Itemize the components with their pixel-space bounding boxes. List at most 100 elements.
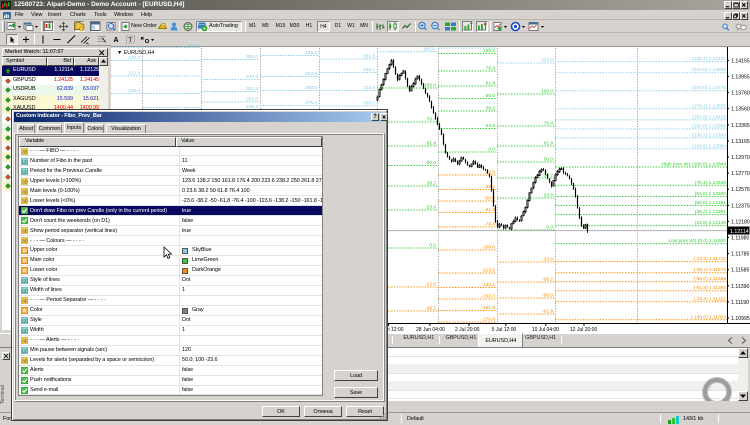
svg-text:-50.0: -50.0 <box>542 293 553 299</box>
svg-text:1.12970: 1.12970 <box>731 155 750 161</box>
svg-text:(76.4) 1.12635: (76.4) 1.12635 <box>695 180 727 186</box>
svg-text:1.11390: 1.11390 <box>731 284 749 290</box>
svg-text:1.10995: 1.10995 <box>731 316 750 322</box>
svg-text:338.2: 338.2 <box>305 50 317 56</box>
svg-text:1.11190: 1.11190 <box>731 300 749 306</box>
svg-text:50.0: 50.0 <box>427 160 437 166</box>
svg-text:(-61.8) 1.11356: (-61.8) 1.11356 <box>694 285 727 291</box>
svg-text:123: 123 <box>22 328 29 333</box>
svg-text:1.13760: 1.13760 <box>731 91 750 97</box>
svg-text:-38.2: -38.2 <box>425 306 436 312</box>
svg-text:200.0: 200.0 <box>128 88 140 94</box>
svg-text:300.0: 300.0 <box>363 101 375 107</box>
svg-text:T: T <box>128 37 132 44</box>
svg-text:1.11980: 1.11980 <box>731 236 749 242</box>
svg-text:1.13560: 1.13560 <box>731 107 750 113</box>
svg-text:300.0: 300.0 <box>246 54 258 60</box>
svg-text:123: 123 <box>22 159 29 164</box>
svg-text:1.11585: 1.11585 <box>731 268 749 274</box>
svg-text:(50.0) 1.12391: (50.0) 1.12391 <box>695 200 727 206</box>
svg-text:223.6: 223.6 <box>128 71 140 77</box>
svg-text:350.0: 350.0 <box>423 46 435 52</box>
svg-text:61.8: 61.8 <box>544 141 554 147</box>
svg-text:-176.4: -176.4 <box>481 317 495 323</box>
svg-text:High prev W1 (100.0) 1.12844: High prev W1 (100.0) 1.12844 <box>662 162 727 168</box>
svg-text:-23.6: -23.6 <box>425 282 436 288</box>
svg-text:(176.4) 1.13555: (176.4) 1.13555 <box>692 103 726 109</box>
svg-text:123: 123 <box>22 319 29 324</box>
svg-text:(138.2) 1.13200: (138.2) 1.13200 <box>692 132 726 138</box>
svg-text:-150.0: -150.0 <box>481 294 495 300</box>
svg-text:76.4: 76.4 <box>427 117 437 123</box>
svg-text:(38.2) 1.12291: (38.2) 1.12291 <box>695 209 727 215</box>
svg-text:(238.2) 1.14131: (238.2) 1.14131 <box>692 56 726 62</box>
svg-text:300.0: 300.0 <box>305 85 317 91</box>
svg-text:50.0: 50.0 <box>486 93 496 99</box>
svg-text:(23.6) 1.12146: (23.6) 1.12146 <box>695 220 727 226</box>
svg-text:(223.6) 1.13995: (223.6) 1.13995 <box>692 67 726 73</box>
svg-text:338.2: 338.2 <box>363 67 375 73</box>
svg-text:-61.8: -61.8 <box>484 207 495 213</box>
svg-text:323.6: 323.6 <box>363 85 375 91</box>
svg-text:1.13365: 1.13365 <box>731 123 750 129</box>
svg-text:100.0: 100.0 <box>541 89 553 95</box>
svg-text:-76.4: -76.4 <box>484 222 495 228</box>
svg-text:(123.6) 1.13064: (123.6) 1.13064 <box>692 143 726 149</box>
svg-text:1.12770: 1.12770 <box>731 171 750 177</box>
svg-text:23.6: 23.6 <box>427 205 437 211</box>
svg-text:(-50.0) 1.11466: (-50.0) 1.11466 <box>694 276 727 282</box>
svg-text:1.12114: 1.12114 <box>730 229 749 235</box>
svg-text:250.0: 250.0 <box>187 44 199 48</box>
svg-text:(-100.0) 1.11003: (-100.0) 1.11003 <box>691 314 726 320</box>
svg-text:38.2: 38.2 <box>486 106 496 112</box>
svg-text:ab: ab <box>22 239 28 245</box>
svg-text:-161.8: -161.8 <box>481 305 495 311</box>
svg-text:(-76.4) 1.11221: (-76.4) 1.11221 <box>694 296 727 302</box>
svg-text:61.8: 61.8 <box>427 141 437 147</box>
svg-text:123: 123 <box>22 169 29 174</box>
svg-text:1.12180: 1.12180 <box>731 219 750 225</box>
svg-text:▼ EURUSD,H4: ▼ EURUSD,H4 <box>117 50 154 56</box>
svg-text:-138.2: -138.2 <box>481 282 495 288</box>
svg-text:ab: ab <box>22 149 28 155</box>
svg-text:ab: ab <box>22 189 28 195</box>
svg-text:1.12575: 1.12575 <box>731 187 750 193</box>
svg-text:1.11785: 1.11785 <box>731 252 749 258</box>
svg-text:ab: ab <box>22 199 28 205</box>
svg-text:250.0: 250.0 <box>246 97 258 103</box>
svg-text:76.4: 76.4 <box>544 121 554 127</box>
svg-text:123: 123 <box>22 348 29 353</box>
svg-text:276.4: 276.4 <box>305 100 317 106</box>
svg-text:38.2: 38.2 <box>427 181 437 187</box>
svg-text:1.13165: 1.13165 <box>731 139 750 145</box>
svg-text:1.14155: 1.14155 <box>731 58 750 64</box>
svg-text:ab: ab <box>22 179 28 185</box>
svg-text:76.4: 76.4 <box>486 66 496 72</box>
svg-text:-23.6: -23.6 <box>542 257 553 263</box>
svg-text:Low prev W1 (0.0) 1.11920: Low prev W1 (0.0) 1.11920 <box>668 238 726 244</box>
svg-text:(-38.2) 1.11575: (-38.2) 1.11575 <box>694 267 727 273</box>
svg-text:-100.0: -100.0 <box>481 245 495 251</box>
svg-text:A: A <box>114 37 119 44</box>
svg-text:(-23.6) 1.11710: (-23.6) 1.11710 <box>694 256 727 262</box>
svg-text:-123.6: -123.6 <box>481 268 495 274</box>
svg-text:ab: ab <box>22 299 28 305</box>
svg-text:-61.8: -61.8 <box>542 309 553 315</box>
svg-text:61.8: 61.8 <box>486 81 496 87</box>
svg-text:23.6: 23.6 <box>486 123 496 129</box>
svg-text:0.0: 0.0 <box>546 225 553 231</box>
svg-text:ab: ab <box>22 229 28 235</box>
svg-text:ab: ab <box>22 338 28 344</box>
svg-text:-38.2: -38.2 <box>542 277 553 283</box>
svg-text:123: 123 <box>22 279 29 284</box>
svg-text:(61.8) 1.12500: (61.8) 1.12500 <box>695 191 727 197</box>
svg-text:ab: ab <box>22 358 28 364</box>
svg-text:361.8: 361.8 <box>363 54 375 60</box>
svg-text:(161.8) 1.13419: (161.8) 1.13419 <box>692 114 726 120</box>
svg-text:0.0: 0.0 <box>488 147 495 153</box>
svg-text:100.0: 100.0 <box>424 83 436 89</box>
svg-text:123: 123 <box>22 289 29 294</box>
svg-text:23.6: 23.6 <box>544 193 554 199</box>
svg-text:1.12375: 1.12375 <box>731 203 750 209</box>
svg-text:100.0: 100.0 <box>483 48 495 54</box>
